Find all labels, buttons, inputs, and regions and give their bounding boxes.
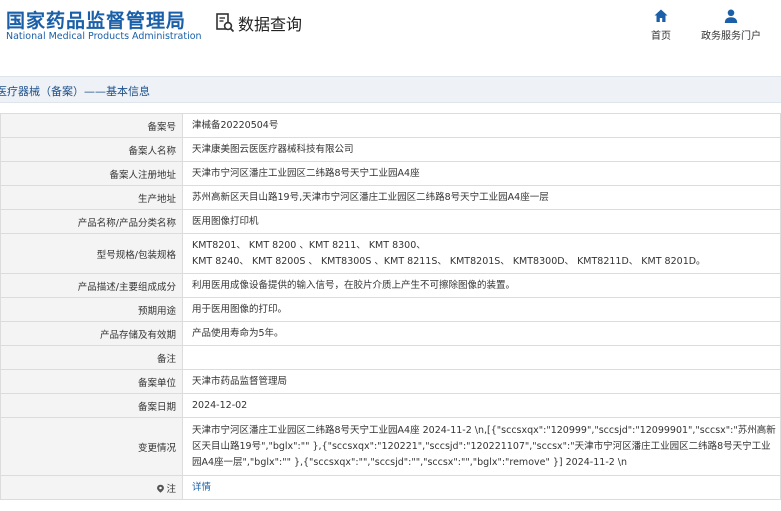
intended-use-value: 用于医用图像的打印。 [182, 297, 781, 322]
filing-unit-label: 备案单位 [0, 369, 183, 394]
nav-home[interactable]: 首页 [626, 8, 696, 42]
nav-service-portal[interactable]: 政务服务门户 [696, 8, 766, 42]
site-logo-subtitle: National Medical Products Administration [6, 31, 202, 42]
table-row: 备案单位 天津市药品监督管理局 [0, 369, 781, 394]
table-row: 备案号 津械备20220504号 [0, 113, 781, 138]
record-info-table: 备案号 津械备20220504号 备案人名称 天津康美图云医医疗器械科技有限公司… [0, 113, 781, 500]
home-icon [654, 9, 668, 22]
model-spec-line-1: KMT8201、 KMT 8200 、KMT 8211、 KMT 8300、 [192, 239, 426, 251]
detail-link[interactable]: 详情 [192, 482, 211, 493]
table-row: 注 详情 [0, 475, 781, 500]
table-row: 预期用途 用于医用图像的打印。 [0, 297, 781, 322]
production-address-value: 苏州高新区天目山路19号,天津市宁河区潘庄工业园区二纬路8号天宁工业园A4座一层 [182, 185, 781, 210]
note-label: 注 [166, 483, 176, 495]
note-icon [157, 484, 165, 493]
model-spec-line-2: KMT 8240、 KMT 8200S 、 KMT8300S 、KMT 8211… [192, 255, 706, 267]
table-row: 产品名称/产品分类名称 医用图像打印机 [0, 209, 781, 234]
table-row: 生产地址 苏州高新区天目山路19号,天津市宁河区潘庄工业园区二纬路8号天宁工业园… [0, 185, 781, 210]
site-header: 国家药品监督管理局 National Medical Products Admi… [0, 0, 781, 62]
product-name-value: 医用图像打印机 [182, 209, 781, 234]
site-logo-title[interactable]: 国家药品监督管理局 [6, 6, 186, 33]
filing-no-label: 备案号 [0, 113, 183, 138]
table-row: 变更情况 天津市宁河区潘庄工业园区二纬路8号天宁工业园A4座 2024-11-2… [0, 417, 781, 476]
table-row: 备注 [0, 345, 781, 370]
description-label: 产品描述/主要组成成分 [0, 273, 183, 298]
remarks-label: 备注 [0, 345, 183, 370]
storage-label: 产品存储及有效期 [0, 321, 183, 346]
table-row: 备案日期 2024-12-02 [0, 393, 781, 418]
filing-unit-value: 天津市药品监督管理局 [182, 369, 781, 394]
intended-use-label: 预期用途 [0, 297, 183, 322]
note-value: 详情 [182, 475, 781, 500]
section-title-bar: 医疗器械（备案）——基本信息 [0, 76, 781, 103]
table-row: 备案人名称 天津康美图云医医疗器械科技有限公司 [0, 137, 781, 162]
table-row: 型号规格/包装规格 KMT8201、 KMT 8200 、KMT 8211、 K… [0, 233, 781, 274]
filing-date-label: 备案日期 [0, 393, 183, 418]
table-row: 备案人注册地址 天津市宁河区潘庄工业园区二纬路8号天宁工业园A4座 [0, 161, 781, 186]
filer-name-value: 天津康美图云医医疗器械科技有限公司 [182, 137, 781, 162]
table-row: 产品存储及有效期 产品使用寿命为5年。 [0, 321, 781, 346]
model-spec-label: 型号规格/包装规格 [0, 233, 183, 274]
filing-date-value: 2024-12-02 [182, 393, 781, 418]
remarks-value [182, 345, 781, 370]
breadcrumb: 医疗器械（备案）——基本信息 [0, 85, 150, 98]
data-query-title[interactable]: 数据查询 [215, 11, 302, 35]
product-name-label: 产品名称/产品分类名称 [0, 209, 183, 234]
description-value: 利用医用成像设备提供的输入信号，在胶片介质上产生不可擦除图像的装置。 [182, 273, 781, 298]
user-icon [724, 9, 738, 23]
filer-address-label: 备案人注册地址 [0, 161, 183, 186]
filing-no-value: 津械备20220504号 [182, 113, 781, 138]
document-search-icon [216, 13, 235, 33]
change-history-label: 变更情况 [0, 417, 183, 476]
data-query-label: 数据查询 [238, 15, 303, 34]
nav-service-portal-label: 政务服务门户 [701, 31, 761, 42]
change-history-value: 天津市宁河区潘庄工业园区二纬路8号天宁工业园A4座 2024-11-2 \n,[… [182, 417, 781, 476]
filer-name-label: 备案人名称 [0, 137, 183, 162]
storage-value: 产品使用寿命为5年。 [182, 321, 781, 346]
model-spec-value: KMT8201、 KMT 8200 、KMT 8211、 KMT 8300、 K… [182, 233, 781, 274]
nav-home-label: 首页 [651, 31, 671, 42]
filer-address-value: 天津市宁河区潘庄工业园区二纬路8号天宁工业园A4座 [182, 161, 781, 186]
table-row: 产品描述/主要组成成分 利用医用成像设备提供的输入信号，在胶片介质上产生不可擦除… [0, 273, 781, 298]
production-address-label: 生产地址 [0, 185, 183, 210]
note-label-cell: 注 [0, 475, 183, 500]
